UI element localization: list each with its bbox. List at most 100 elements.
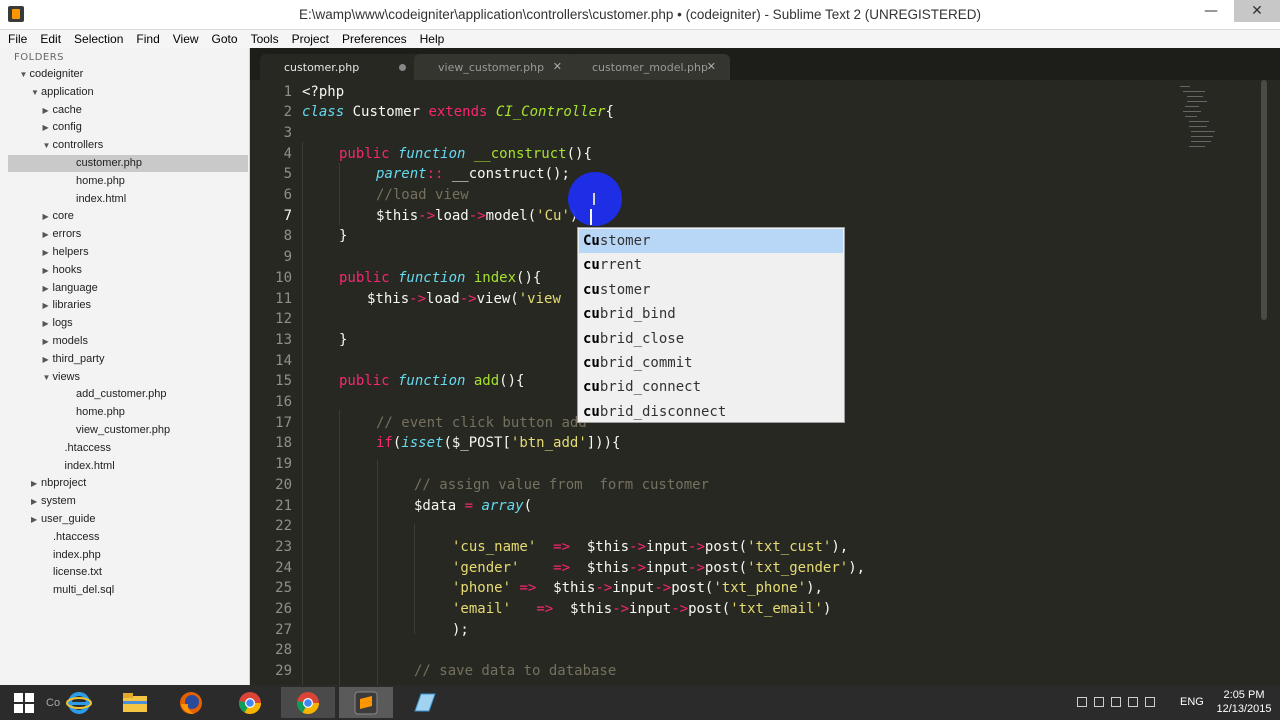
volume-icon[interactable] (1145, 697, 1155, 707)
tray-icon[interactable] (1094, 697, 1104, 707)
sidebar-item[interactable]: ▶ logs (8, 315, 248, 332)
menu-preferences[interactable]: Preferences (342, 32, 407, 46)
scrollbar-thumb[interactable] (1261, 80, 1267, 320)
collapsed-arrow-icon[interactable]: ▶ (43, 297, 53, 314)
collapsed-arrow-icon[interactable]: ▶ (43, 351, 53, 368)
expanded-arrow-icon[interactable]: ▼ (31, 84, 41, 101)
taskbar-chrome[interactable] (223, 687, 277, 718)
autocomplete-item[interactable]: cubrid_bind (579, 302, 843, 326)
tab-close-icon[interactable]: ✕ (553, 60, 562, 73)
internet-explorer-icon (66, 691, 92, 714)
sidebar-item[interactable]: view_customer.php (8, 422, 248, 439)
collapsed-arrow-icon[interactable]: ▶ (43, 244, 53, 261)
sidebar-item[interactable]: ▶ helpers (8, 244, 248, 261)
minimap[interactable] (1175, 80, 1265, 170)
autocomplete-item[interactable]: cubrid_close (579, 327, 843, 351)
tab-customer-php[interactable]: customer.php (260, 54, 422, 80)
sidebar-item[interactable]: .htaccess (8, 529, 248, 546)
sidebar-item[interactable]: ▶ cache (8, 102, 248, 119)
tab-close-icon[interactable]: ✕ (707, 60, 716, 73)
expanded-arrow-icon[interactable]: ▼ (20, 66, 30, 83)
tab-view-customer-php[interactable]: view_customer.php ✕ (414, 54, 576, 80)
sidebar-item[interactable]: index.html (8, 458, 248, 475)
autocomplete-item[interactable]: current (579, 253, 843, 277)
sidebar-item[interactable]: ▼ views (8, 369, 248, 386)
sidebar-item[interactable]: home.php (8, 173, 248, 190)
editor-scrollbar[interactable] (1260, 80, 1268, 685)
menu-selection[interactable]: Selection (74, 32, 123, 46)
taskbar-ie[interactable] (52, 687, 106, 718)
menu-find[interactable]: Find (136, 32, 159, 46)
sidebar-item[interactable]: .htaccess (8, 440, 248, 457)
collapsed-arrow-icon[interactable]: ▶ (43, 102, 53, 119)
sidebar-item-label: user_guide (41, 513, 96, 525)
menu-help[interactable]: Help (420, 32, 445, 46)
sidebar-item[interactable]: ▶ models (8, 333, 248, 350)
sidebar-item[interactable]: multi_del.sql (8, 582, 248, 599)
sidebar-item[interactable]: index.php (8, 547, 248, 564)
taskbar-firefox[interactable] (164, 687, 218, 718)
menu-project[interactable]: Project (292, 32, 329, 46)
collapsed-arrow-icon[interactable]: ▶ (31, 493, 41, 510)
sidebar-item[interactable]: ▶ user_guide (8, 511, 248, 528)
collapsed-arrow-icon[interactable]: ▶ (31, 511, 41, 528)
taskbar-chrome-2[interactable] (281, 687, 335, 718)
autocomplete-item[interactable]: cubrid_connect (579, 375, 843, 399)
menu-file[interactable]: File (8, 32, 27, 46)
taskbar-explorer[interactable] (108, 687, 162, 718)
sidebar-item[interactable]: customer.php (8, 155, 248, 172)
autocomplete-item[interactable]: Customer (579, 229, 843, 254)
sidebar-item[interactable]: ▶ third_party (8, 351, 248, 368)
sidebar-item-label: index.html (64, 459, 115, 472)
sidebar-item[interactable]: ▶ errors (8, 226, 248, 243)
menu-goto[interactable]: Goto (212, 32, 238, 46)
sidebar-item[interactable]: ▼ controllers (8, 137, 248, 154)
sidebar-item[interactable]: ▶ language (8, 280, 248, 297)
unsaved-dot-icon[interactable] (399, 64, 406, 71)
sidebar-item[interactable]: ▶ system (8, 493, 248, 510)
collapsed-arrow-icon[interactable]: ▶ (43, 226, 53, 243)
tray-icon[interactable] (1077, 697, 1087, 707)
line-number: 11 (275, 290, 292, 307)
collapsed-arrow-icon[interactable]: ▶ (43, 119, 53, 136)
sidebar-item[interactable]: ▼ application (8, 84, 248, 101)
autocomplete-item[interactable]: cubrid_disconnect (579, 400, 843, 424)
sidebar-item[interactable]: license.txt (8, 564, 248, 581)
clock[interactable]: 2:05 PM 12/13/2015 (1212, 688, 1276, 716)
expanded-arrow-icon[interactable]: ▼ (43, 369, 53, 386)
network-icon[interactable] (1128, 697, 1138, 707)
close-button[interactable]: ✕ (1234, 0, 1280, 22)
sidebar-item[interactable]: ▶ libraries (8, 297, 248, 314)
autocomplete-item[interactable]: customer (579, 278, 843, 302)
taskbar-sublime[interactable] (339, 687, 393, 718)
sidebar-item[interactable]: ▼ codeigniter (8, 66, 248, 83)
minimap-line (1180, 86, 1190, 87)
sidebar-item[interactable]: ▶ core (8, 208, 248, 225)
code-line-5: parent:: __construct(); (376, 166, 570, 183)
sidebar-item[interactable]: index.html (8, 191, 248, 208)
language-indicator[interactable]: ENG (1180, 696, 1204, 708)
tab-customer-model-php[interactable]: customer_model.php ✕ (568, 54, 730, 80)
tray-icon[interactable] (1111, 697, 1121, 707)
sidebar-item[interactable]: ▶ nbproject (8, 475, 248, 492)
collapsed-arrow-icon[interactable]: ▶ (43, 262, 53, 279)
collapsed-arrow-icon[interactable]: ▶ (31, 475, 41, 492)
autocomplete-item[interactable]: cubrid_commit (579, 351, 843, 375)
start-button[interactable] (0, 687, 48, 718)
collapsed-arrow-icon[interactable]: ▶ (43, 333, 53, 350)
collapsed-arrow-icon[interactable]: ▶ (43, 315, 53, 332)
expanded-arrow-icon[interactable]: ▼ (43, 137, 53, 154)
autocomplete-popup[interactable]: Customer current customer cubrid_bind cubrid… (577, 227, 845, 423)
taskbar-notepad[interactable] (397, 687, 451, 718)
minimize-button[interactable]: — (1188, 0, 1234, 22)
menu-view[interactable]: View (173, 32, 199, 46)
collapsed-arrow-icon[interactable]: ▶ (43, 208, 53, 225)
sidebar-item[interactable]: ▶ config (8, 119, 248, 136)
sidebar-item[interactable]: add_customer.php (8, 386, 248, 403)
collapsed-arrow-icon[interactable]: ▶ (43, 280, 53, 297)
menu-edit[interactable]: Edit (40, 32, 61, 46)
menu-tools[interactable]: Tools (251, 32, 279, 46)
notepad-icon (414, 693, 436, 711)
sidebar-item[interactable]: ▶ hooks (8, 262, 248, 279)
sidebar-item[interactable]: home.php (8, 404, 248, 421)
